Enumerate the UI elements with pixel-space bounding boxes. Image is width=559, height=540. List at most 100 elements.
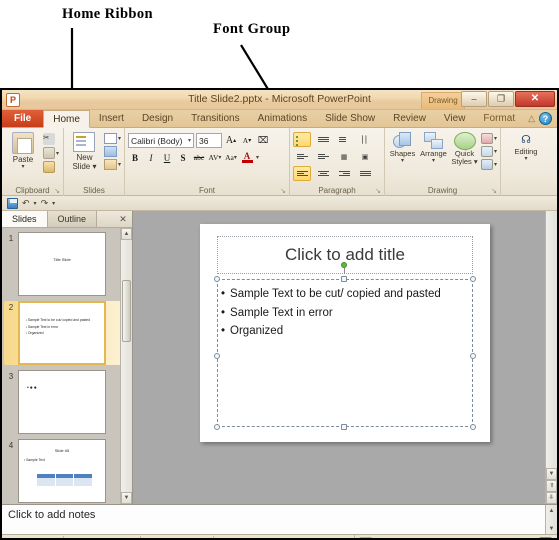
- drawing-dialog-launcher-icon[interactable]: ↘: [491, 187, 497, 195]
- notes-scroll-down-icon[interactable]: ▼: [546, 523, 557, 534]
- slides-panel-scrollbar[interactable]: ▲ ▼: [120, 228, 132, 504]
- tab-design[interactable]: Design: [133, 110, 182, 127]
- layout-button[interactable]: ▾: [103, 133, 121, 144]
- thumbnail-item-1[interactable]: 1 Title Slide: [4, 232, 132, 296]
- cut-button[interactable]: ✂: [43, 133, 59, 145]
- tab-slides[interactable]: Slides: [2, 211, 48, 227]
- bullets-button[interactable]: [293, 132, 311, 147]
- rotation-handle[interactable]: [341, 262, 347, 268]
- justify-button[interactable]: [356, 166, 374, 181]
- shape-outline-button[interactable]: ▾: [481, 146, 497, 157]
- resize-handle-middle-left[interactable]: [214, 353, 220, 359]
- restore-button[interactable]: ❐: [488, 91, 514, 107]
- resize-handle-bottom-left[interactable]: [214, 424, 220, 430]
- paragraph-dialog-launcher-icon[interactable]: ↘: [375, 187, 381, 195]
- increase-indent-button[interactable]: [314, 149, 332, 164]
- scrollbar-thumb[interactable]: [122, 280, 131, 342]
- theme-name[interactable]: "Office Theme": [64, 535, 142, 538]
- tab-view[interactable]: View: [435, 110, 475, 127]
- font-name-combobox[interactable]: Calibri (Body) ▾: [128, 133, 194, 148]
- slide-thumbnail-list[interactable]: 1 Title Slide 2 Sample Text to be cut/ c…: [2, 228, 132, 504]
- font-dialog-launcher-icon[interactable]: ↘: [280, 187, 286, 195]
- thumbnail-preview[interactable]: Sample Text to be cut/ copied and pasted…: [18, 301, 106, 365]
- undo-button[interactable]: ↶: [22, 198, 30, 209]
- redo-button[interactable]: ↷: [41, 198, 49, 209]
- text-direction-button[interactable]: ⎢⎢: [356, 132, 374, 147]
- clipboard-dialog-launcher-icon[interactable]: ↘: [54, 187, 60, 195]
- align-text-button[interactable]: ▣: [356, 149, 374, 164]
- tab-review[interactable]: Review: [384, 110, 435, 127]
- normal-view-button[interactable]: ▤: [358, 536, 372, 538]
- reset-button[interactable]: [103, 146, 121, 157]
- align-right-button[interactable]: [335, 166, 353, 181]
- italic-button[interactable]: I: [144, 151, 158, 165]
- tab-file[interactable]: File: [2, 110, 44, 127]
- previous-slide-icon[interactable]: ⥣: [546, 480, 557, 492]
- language-indicator[interactable]: English (U.S.): [141, 535, 214, 538]
- underline-button[interactable]: U: [160, 151, 174, 165]
- resize-handle-top-right[interactable]: [470, 276, 476, 282]
- text-shadow-button[interactable]: S: [176, 151, 190, 165]
- undo-caret-icon[interactable]: ▾: [34, 200, 37, 207]
- body-placeholder[interactable]: Sample Text to be cut/ copied and pasted…: [217, 279, 473, 427]
- slide-counter[interactable]: Slide 2 of 5: [2, 535, 65, 538]
- slide-show-view-button[interactable]: ⧉: [404, 537, 417, 539]
- font-color-button[interactable]: A: [240, 150, 254, 165]
- reading-view-button[interactable]: ▣: [389, 537, 402, 539]
- stage-scroll-down-icon[interactable]: ▼: [546, 468, 557, 480]
- scroll-down-icon[interactable]: ▼: [121, 492, 132, 504]
- quick-styles-button[interactable]: Quick Styles ▾: [450, 130, 479, 167]
- notes-scrollbar[interactable]: ▲ ▼: [545, 505, 557, 534]
- arrange-button[interactable]: Arrange ▾: [419, 130, 448, 165]
- thumbnail-preview[interactable]: •●●: [18, 370, 106, 434]
- tab-animations[interactable]: Animations: [249, 110, 316, 127]
- scroll-up-icon[interactable]: ▲: [121, 228, 132, 240]
- tab-home[interactable]: Home: [43, 110, 90, 128]
- decrease-indent-button[interactable]: [293, 149, 311, 164]
- thumbnail-item-3[interactable]: 3 •●●: [4, 370, 132, 434]
- tab-format[interactable]: Format: [474, 110, 524, 127]
- thumbnail-preview[interactable]: Title Slide: [18, 232, 106, 296]
- copy-button[interactable]: ▾: [43, 147, 59, 159]
- columns-button[interactable]: ▦: [335, 149, 353, 164]
- center-button[interactable]: [314, 166, 332, 181]
- shapes-button[interactable]: Shapes ▾: [388, 130, 417, 165]
- editing-button[interactable]: ☊ Editing ▾: [504, 130, 548, 163]
- font-color-caret-icon[interactable]: ▾: [256, 154, 259, 161]
- next-slide-icon[interactable]: ⥥: [546, 492, 557, 504]
- bold-button[interactable]: B: [128, 151, 142, 165]
- strikethrough-button[interactable]: abc: [192, 151, 206, 165]
- thumbnail-preview[interactable]: Slide #5 Sample Text: [18, 439, 106, 503]
- line-spacing-button[interactable]: [335, 132, 353, 147]
- tab-insert[interactable]: Insert: [90, 110, 133, 127]
- title-placeholder[interactable]: Click to add title: [217, 236, 473, 274]
- current-slide[interactable]: Click to add title Sample Text to be cut…: [200, 224, 490, 442]
- resize-handle-bottom-center[interactable]: [341, 424, 347, 430]
- shape-effects-button[interactable]: ▾: [481, 159, 497, 170]
- grow-font-button[interactable]: A ▴: [224, 134, 238, 148]
- paste-button[interactable]: Paste ▾: [5, 130, 41, 171]
- font-size-combobox[interactable]: 36: [196, 133, 222, 148]
- minimize-button[interactable]: –: [461, 91, 487, 107]
- resize-handle-middle-right[interactable]: [470, 353, 476, 359]
- resize-handle-bottom-right[interactable]: [470, 424, 476, 430]
- notes-pane[interactable]: Click to add notes ▲ ▼: [2, 504, 557, 534]
- stage-scrollbar[interactable]: ▼ ⥣ ⥥: [545, 211, 557, 504]
- align-left-button[interactable]: [293, 166, 311, 181]
- thumbnail-item-2[interactable]: 2 Sample Text to be cut/ copied and past…: [4, 301, 132, 365]
- tab-transitions[interactable]: Transitions: [182, 110, 249, 127]
- resize-handle-top-center[interactable]: [341, 276, 347, 282]
- help-icon[interactable]: ?: [539, 112, 552, 125]
- numbering-button[interactable]: [314, 132, 332, 147]
- character-spacing-button[interactable]: AV ▾: [208, 151, 222, 165]
- minimize-ribbon-icon[interactable]: △: [528, 113, 535, 124]
- save-icon[interactable]: [7, 197, 18, 209]
- close-panel-icon[interactable]: ✕: [114, 211, 132, 227]
- change-case-button[interactable]: Aa ▾: [224, 151, 238, 165]
- tab-outline[interactable]: Outline: [47, 211, 98, 227]
- section-button[interactable]: ▾: [103, 159, 121, 170]
- customize-qat-caret-icon[interactable]: ▾: [52, 200, 55, 207]
- close-button[interactable]: ✕: [515, 91, 555, 107]
- shrink-font-button[interactable]: A ▾: [240, 134, 254, 148]
- format-painter-button[interactable]: [43, 161, 59, 173]
